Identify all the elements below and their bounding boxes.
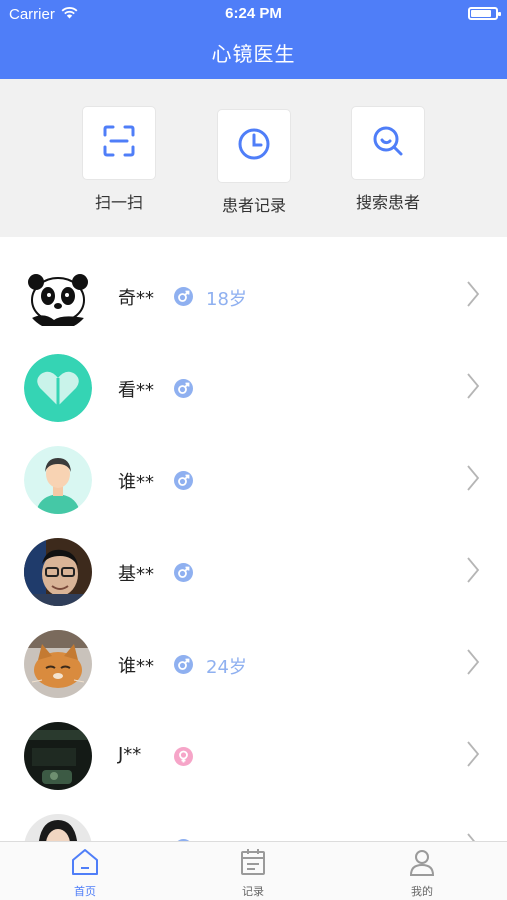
tab-records-label: 记录 <box>242 885 264 898</box>
status-time: 6:24 PM <box>225 5 282 22</box>
patient-name: 谁** <box>118 472 154 493</box>
patient-records-label: 患者记录 <box>221 196 286 215</box>
male-icon <box>174 471 193 490</box>
chevron-right-icon <box>466 556 480 588</box>
male-icon <box>174 287 193 306</box>
tab-records[interactable]: 记录 <box>203 848 303 899</box>
user-icon <box>407 848 437 880</box>
patient-name: 奇** <box>118 288 154 309</box>
search-icon <box>370 123 406 163</box>
chevron-right-icon <box>466 280 480 312</box>
tab-profile[interactable]: 我的 <box>372 848 472 899</box>
patient-row[interactable]: 奇** 18岁 <box>0 250 507 342</box>
scan-icon <box>101 123 137 163</box>
tab-profile-label: 我的 <box>411 885 433 898</box>
male-icon <box>174 563 193 582</box>
male-icon <box>174 379 193 398</box>
clock-icon <box>236 126 272 166</box>
clock-icon-box <box>218 110 290 182</box>
patient-row[interactable]: 基** <box>0 526 507 618</box>
patient-name: 看** <box>118 380 154 401</box>
battery-icon <box>468 7 501 20</box>
chevron-right-icon <box>466 740 480 772</box>
patient-row[interactable]: J** <box>0 710 507 802</box>
heart-avatar <box>24 354 92 422</box>
patient-name: 基** <box>118 564 154 585</box>
patient-row[interactable]: 谁** <box>0 434 507 526</box>
patient-age: 24岁 <box>206 657 247 678</box>
scan-label: 扫一扫 <box>94 193 143 212</box>
patient-row[interactable]: 看** <box>0 342 507 434</box>
dark-photo-avatar <box>24 722 92 790</box>
tab-home[interactable]: 首页 <box>35 848 135 899</box>
page-title: 心镜医生 <box>211 42 296 66</box>
search-patient-label: 搜索患者 <box>355 193 420 212</box>
scan-button[interactable]: 扫一扫 <box>69 107 169 213</box>
chevron-right-icon <box>466 464 480 496</box>
patient-row[interactable] <box>0 802 507 841</box>
panda-avatar <box>24 262 92 330</box>
header: Carrier 6:24 PM 心镜医生 <box>0 0 507 79</box>
scan-icon-box <box>83 107 155 179</box>
chevron-right-icon <box>466 648 480 680</box>
person-avatar <box>24 446 92 514</box>
search-patient-button[interactable]: 搜索患者 <box>338 107 438 213</box>
female-icon <box>174 747 193 766</box>
quick-actions: 扫一扫 患者记录 搜索患者 <box>0 79 507 237</box>
girl-photo-avatar <box>24 814 92 841</box>
search-icon-box <box>352 107 424 179</box>
chevron-right-icon <box>466 372 480 404</box>
chevron-right-icon <box>466 832 480 841</box>
patient-row[interactable]: 谁** 24岁 <box>0 618 507 710</box>
patient-list: 奇** 18岁 看** 谁** 基** 谁** 24岁 J** <box>0 237 507 841</box>
battery-fill <box>471 10 491 17</box>
patient-name: J** <box>118 744 142 765</box>
patient-name: 谁** <box>118 656 154 677</box>
tab-bar: 首页 记录 我的 <box>0 841 507 900</box>
record-icon <box>238 848 268 880</box>
cat-avatar <box>24 630 92 698</box>
patient-records-button[interactable]: 患者记录 <box>204 110 304 216</box>
male-icon <box>174 655 193 674</box>
status-bar: Carrier 6:24 PM <box>0 0 507 28</box>
home-icon <box>70 848 100 880</box>
photo-avatar <box>24 538 92 606</box>
tab-home-label: 首页 <box>74 885 96 898</box>
patient-age: 18岁 <box>206 289 247 310</box>
